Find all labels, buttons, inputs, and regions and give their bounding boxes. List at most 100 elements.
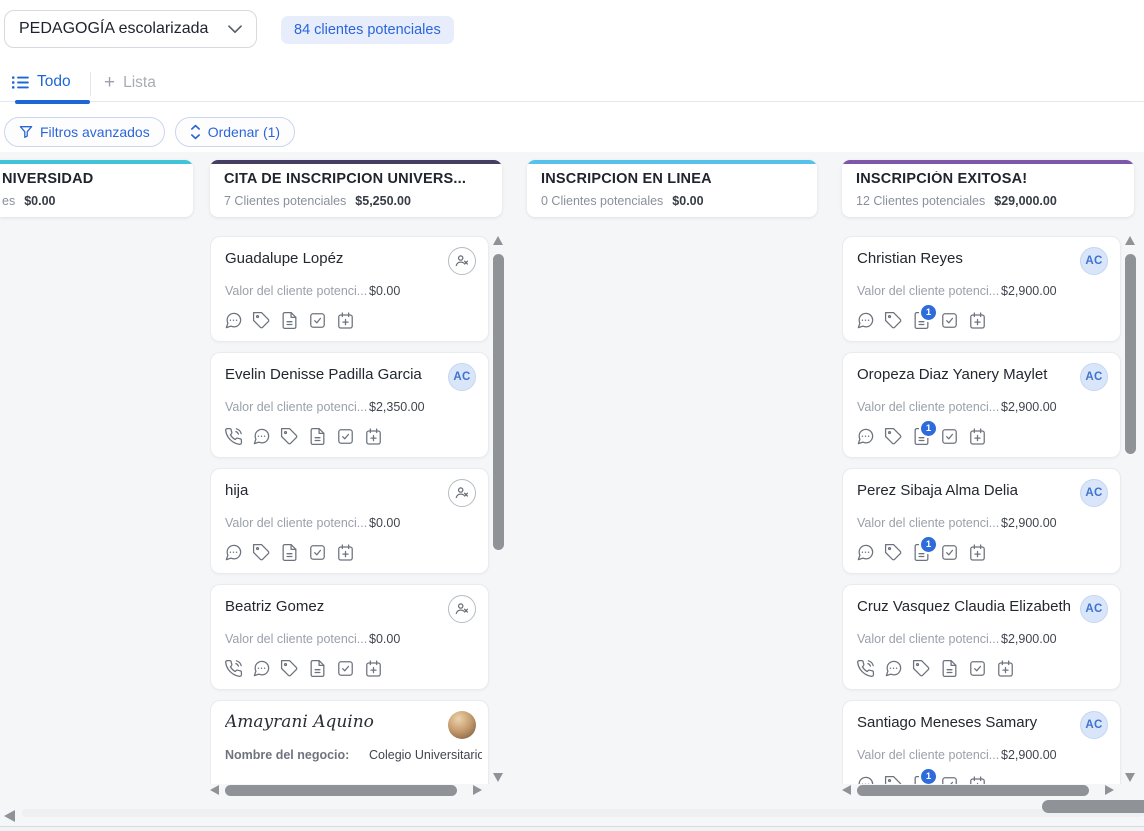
phone-icon[interactable] (856, 659, 875, 678)
unassigned-user-icon[interactable] (448, 479, 476, 507)
avatar-initials[interactable]: AC (1080, 479, 1108, 507)
scroll-up-arrow[interactable] (1125, 236, 1135, 245)
chat-icon[interactable] (884, 659, 903, 678)
scroll-down-arrow[interactable] (493, 773, 503, 782)
task-icon[interactable] (940, 543, 959, 562)
scroll-down-arrow[interactable] (1125, 773, 1135, 782)
lead-card[interactable]: Evelin Denisse Padilla Garcia AC Valor d… (210, 352, 489, 458)
calendar-icon[interactable] (968, 427, 987, 446)
vertical-scroll-thumb[interactable] (1125, 254, 1136, 454)
tab-add-lista[interactable]: + Lista (104, 73, 156, 92)
task-icon[interactable] (336, 427, 355, 446)
lead-card[interactable]: Santiago Meneses Samary AC Valor del cli… (842, 700, 1121, 784)
lead-card[interactable]: Christian Reyes AC Valor del cliente pot… (842, 236, 1121, 342)
chat-icon[interactable] (856, 311, 875, 330)
avatar-initials[interactable]: AC (448, 363, 476, 391)
column-vertical-scrollbar[interactable] (493, 234, 504, 784)
vertical-scroll-thumb[interactable] (493, 254, 504, 550)
quick-actions-row (224, 311, 355, 330)
task-icon[interactable] (308, 543, 327, 562)
column-vertical-scrollbar[interactable] (1125, 234, 1136, 784)
lead-card[interactable]: Amayrani Aquino Nombre del negocio: Cole… (210, 700, 489, 784)
document-icon[interactable]: 1 (912, 419, 938, 446)
calendar-icon[interactable] (336, 311, 355, 330)
calendar-icon[interactable] (968, 311, 987, 330)
document-icon[interactable] (308, 427, 327, 446)
lead-field-value: $0.00 (369, 516, 401, 530)
document-icon[interactable]: 1 (912, 303, 938, 330)
column-lead-count: 0 Clientes potenciales (541, 194, 664, 208)
avatar-initials[interactable]: AC (1080, 711, 1108, 739)
sort-button[interactable]: Ordenar (1) (174, 117, 296, 147)
document-icon[interactable] (940, 659, 959, 678)
lead-card[interactable]: Perez Sibaja Alma Delia AC Valor del cli… (842, 468, 1121, 574)
tag-icon[interactable] (252, 311, 271, 330)
lead-card[interactable]: Beatriz Gomez Valor del cliente potenci.… (210, 584, 489, 690)
scroll-up-arrow[interactable] (493, 236, 503, 245)
lead-card[interactable]: Cruz Vasquez Claudia Elizabeth AC Valor … (842, 584, 1121, 690)
chat-icon[interactable] (252, 427, 271, 446)
scroll-left-arrow[interactable] (210, 785, 219, 795)
calendar-icon[interactable] (968, 543, 987, 562)
column-accent-bar (0, 160, 193, 164)
calendar-icon[interactable] (336, 543, 355, 562)
lead-field-label: Valor del cliente potenci... (857, 516, 1000, 530)
tag-icon[interactable] (912, 659, 931, 678)
horizontal-scroll-thumb[interactable] (857, 784, 1089, 796)
task-icon[interactable] (308, 311, 327, 330)
document-icon[interactable]: 1 (912, 535, 938, 562)
horizontal-scroll-thumb[interactable] (225, 784, 457, 796)
scroll-right-arrow[interactable] (1105, 785, 1114, 795)
document-icon[interactable] (308, 659, 327, 678)
tag-icon[interactable] (280, 427, 299, 446)
column-horizontal-scrollbar[interactable] (210, 783, 490, 799)
tab-todo[interactable]: Todo (12, 73, 90, 104)
pipeline-selector[interactable]: PEDAGOGÍA escolarizada (4, 10, 257, 48)
avatar-photo[interactable] (448, 711, 476, 739)
advanced-filters-button[interactable]: Filtros avanzados (4, 117, 165, 147)
lead-field-label: Valor del cliente potenci... (225, 400, 368, 414)
column-total-value: $29,000.00 (994, 194, 1057, 208)
tag-icon[interactable] (280, 659, 299, 678)
lead-card[interactable]: hija Valor del cliente potenci... $0.00 (210, 468, 489, 574)
lead-field-label: Valor del cliente potenci... (857, 632, 1000, 646)
task-icon[interactable] (968, 659, 987, 678)
scroll-right-arrow[interactable] (473, 785, 482, 795)
avatar-initials[interactable]: AC (1080, 247, 1108, 275)
column-total-value: $5,250.00 (355, 194, 411, 208)
lead-field-row: Valor del cliente potenci... $0.00 (225, 516, 482, 532)
funnel-icon (19, 126, 33, 138)
chat-icon[interactable] (224, 543, 243, 562)
document-icon[interactable] (280, 543, 299, 562)
tag-icon[interactable] (252, 543, 271, 562)
calendar-icon[interactable] (364, 659, 383, 678)
column-horizontal-scrollbar[interactable] (842, 783, 1122, 799)
scroll-left-arrow[interactable] (842, 785, 851, 795)
quick-actions-row (224, 427, 383, 446)
lead-field-value: $2,900.00 (1001, 400, 1057, 414)
lead-card[interactable]: Guadalupe Lopéz Valor del cliente potenc… (210, 236, 489, 342)
task-icon[interactable] (336, 659, 355, 678)
avatar-initials[interactable]: AC (1080, 595, 1108, 623)
avatar-initials[interactable]: AC (1080, 363, 1108, 391)
tab-lista-label: Lista (123, 73, 156, 91)
lead-field-value: Colegio Universitario Ka (369, 748, 482, 762)
lead-card[interactable]: Oropeza Diaz Yanery Maylet AC Valor del … (842, 352, 1121, 458)
unassigned-user-icon[interactable] (448, 247, 476, 275)
task-icon[interactable] (940, 427, 959, 446)
chat-icon[interactable] (856, 427, 875, 446)
phone-icon[interactable] (224, 659, 243, 678)
column-stats: es $0.00 (2, 194, 179, 208)
calendar-icon[interactable] (364, 427, 383, 446)
chat-icon[interactable] (224, 311, 243, 330)
unassigned-user-icon[interactable] (448, 595, 476, 623)
task-icon[interactable] (940, 311, 959, 330)
chat-icon[interactable] (856, 543, 875, 562)
document-icon[interactable] (280, 311, 299, 330)
phone-icon[interactable] (224, 427, 243, 446)
tag-icon[interactable] (884, 311, 903, 330)
tag-icon[interactable] (884, 543, 903, 562)
tag-icon[interactable] (884, 427, 903, 446)
chat-icon[interactable] (252, 659, 271, 678)
calendar-icon[interactable] (996, 659, 1015, 678)
